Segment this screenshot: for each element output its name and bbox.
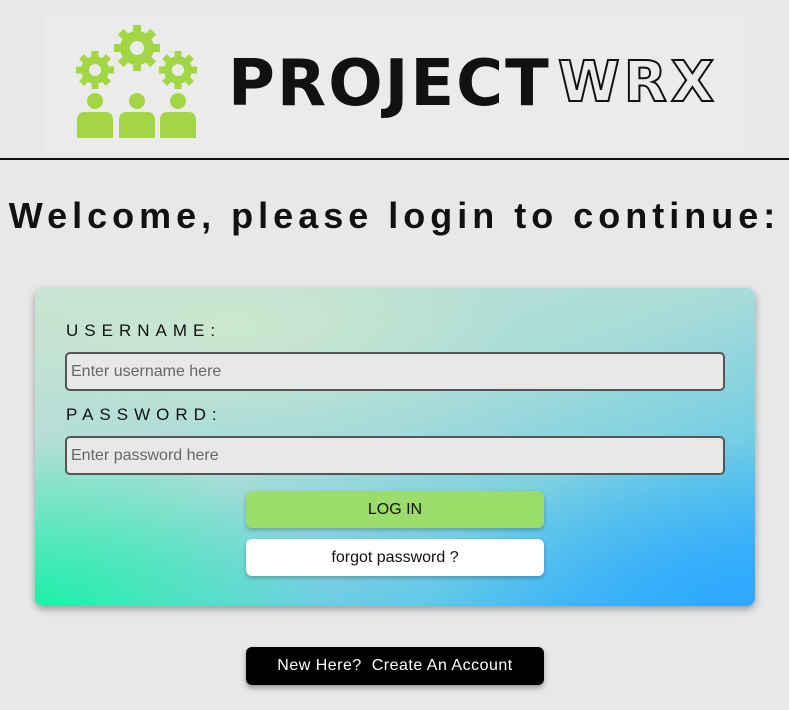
welcome-heading: Welcome, please login to continue: [8,195,781,236]
login-button[interactable]: LOG IN [246,491,544,528]
brand-name-project: PROJECT [228,47,551,121]
site-header: PROJECT WRX [0,0,789,160]
brand-name-wrx: WRX [557,49,719,116]
forgot-password-button[interactable]: forgot password ? [246,539,544,576]
password-input[interactable] [65,436,725,475]
team-gears-icon [76,25,197,138]
username-input[interactable] [65,352,725,391]
login-card: USERNAME: PASSWORD: LOG IN forgot passwo… [35,288,755,606]
password-label: PASSWORD: [66,405,223,424]
create-account-button[interactable]: New Here? Create An Account [246,647,544,685]
username-label: USERNAME: [66,321,222,340]
